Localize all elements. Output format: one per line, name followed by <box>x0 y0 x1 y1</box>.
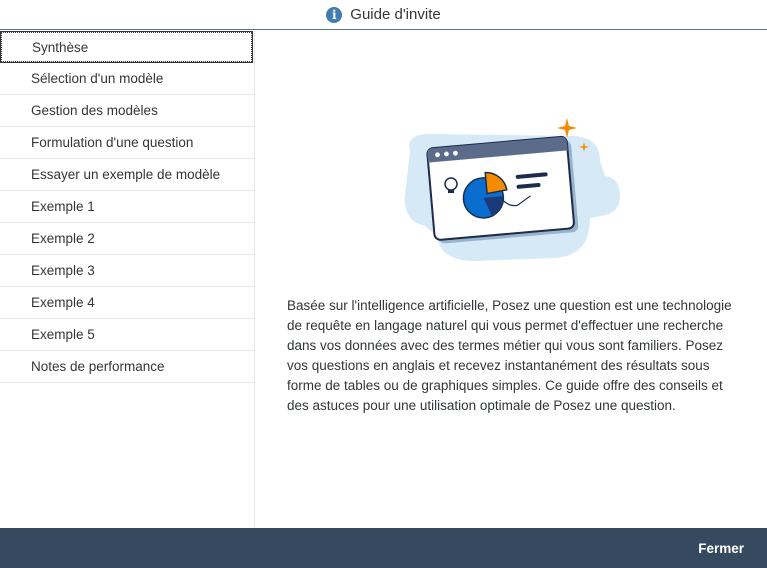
sidebar-item-selection-modele[interactable]: Sélection d'un modèle <box>0 63 254 95</box>
dialog-header: i Guide d'invite <box>0 0 767 30</box>
sidebar-item-exemple-2[interactable]: Exemple 2 <box>0 223 254 255</box>
sidebar-item-exemple-5[interactable]: Exemple 5 <box>0 319 254 351</box>
content-panel: Basée sur l'intelligence artificielle, P… <box>255 31 767 528</box>
analytics-window-illustration <box>404 118 620 261</box>
sidebar-item-exemple-4[interactable]: Exemple 4 <box>0 287 254 319</box>
sparkle-icon <box>557 118 577 138</box>
sidebar-item-synthese[interactable]: Synthèse <box>0 31 253 63</box>
sidebar-item-exemple-1[interactable]: Exemple 1 <box>0 191 254 223</box>
sidebar-item-gestion-modeles[interactable]: Gestion des modèles <box>0 95 254 127</box>
sidebar-nav: Synthèse Sélection d'un modèle Gestion d… <box>0 31 255 528</box>
app-window <box>426 135 575 241</box>
guide-description: Basée sur l'intelligence artificielle, P… <box>287 298 732 413</box>
close-button[interactable]: Fermer <box>698 541 744 556</box>
dialog-footer: Fermer <box>0 528 767 568</box>
dialog-title: Guide d'invite <box>350 6 441 23</box>
sidebar-item-notes-performance[interactable]: Notes de performance <box>0 351 254 383</box>
sidebar-item-exemple-3[interactable]: Exemple 3 <box>0 255 254 287</box>
info-icon: i <box>326 6 343 23</box>
sidebar-item-essayer-exemple[interactable]: Essayer un exemple de modèle <box>0 159 254 191</box>
sidebar-item-formulation-question[interactable]: Formulation d'une question <box>0 127 254 159</box>
